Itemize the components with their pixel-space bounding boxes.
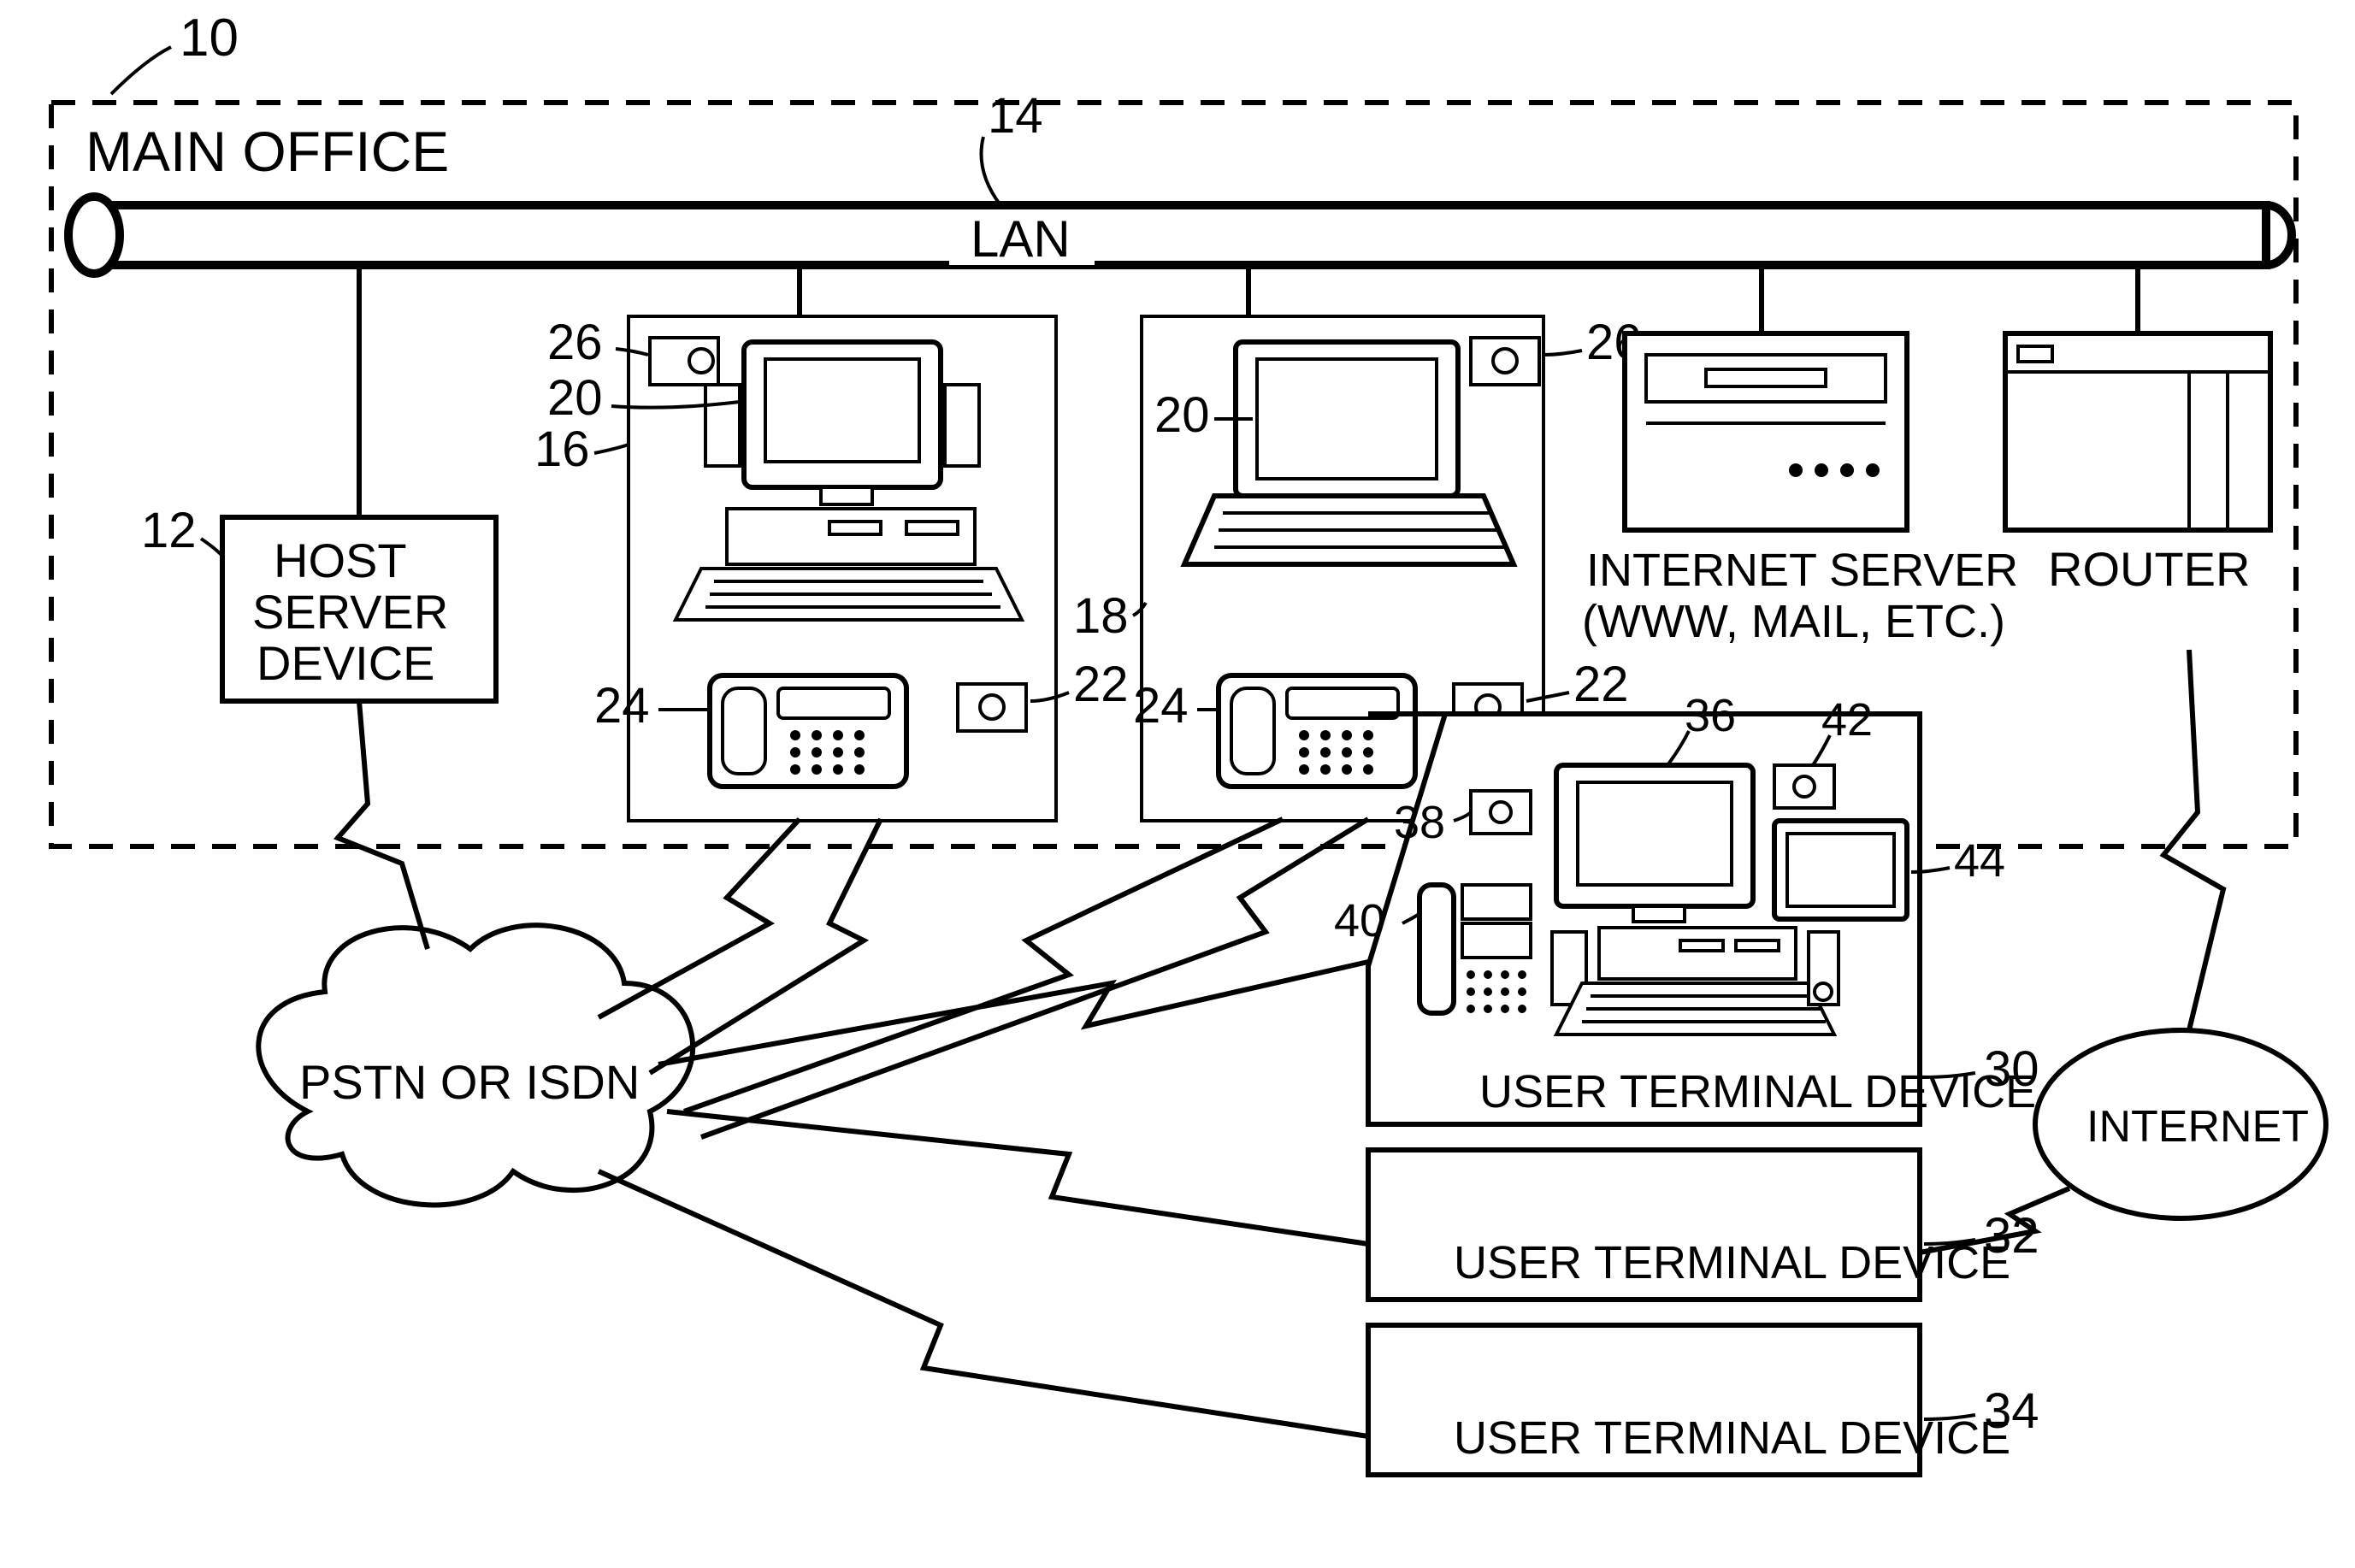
ref-14-leader [982,137,1001,205]
monitor-icon [1556,765,1753,922]
ref-12: 12 [141,503,197,558]
ref-16: 16 [534,421,590,477]
ref-36: 36 [1685,690,1736,741]
ref-10: 10 [180,9,239,68]
pstn-label: PSTN OR ISDN [299,1055,640,1109]
ref-12-leader [201,539,222,556]
telephone-icon [1219,675,1415,787]
host-server-label-3: DEVICE [257,636,435,690]
server-rack-icon [1625,333,1907,530]
ref-26-leader-right [1543,351,1582,355]
ref-22-left: 22 [1073,657,1129,712]
ref-24-left: 24 [594,678,650,734]
camera-icon [1471,338,1539,385]
camera-icon [650,338,718,385]
ref-20-left: 20 [547,370,603,426]
zigzag-pstn-terminal30 [658,962,1368,1064]
ref-40: 40 [1334,895,1385,946]
ref-10-leader [111,47,171,94]
internet-server-label-2: (WWW, MAIL, ETC.) [1582,596,2005,647]
router-icon [2005,333,2270,530]
display-icon [1774,821,1907,919]
main-office-label: MAIN OFFICE [86,120,449,183]
camera-icon [958,684,1026,731]
ref-22-right: 22 [1573,657,1629,712]
ref-44: 44 [1954,835,2005,887]
internet-server-label-1: INTERNET SERVER [1586,545,2018,596]
ref-30: 30 [1984,1041,2039,1097]
zigzag-router-internet [2163,650,2223,1030]
camera-icon [1471,791,1531,834]
ref-26-left: 26 [547,315,603,370]
host-server-label-1: HOST [274,533,407,587]
terminal-30-label: USER TERMINAL DEVICE [1479,1066,2036,1117]
zigzag-ws18-pstn-a [684,819,1283,1111]
ref-18: 18 [1073,588,1129,644]
ref-34: 34 [1984,1383,2039,1439]
lan-label: LAN [971,210,1071,268]
lan-bus-icon [68,197,2292,274]
host-server-label-2: SERVER [252,585,448,639]
ref-38: 38 [1394,797,1445,848]
zigzag-pstn-terminal34 [599,1171,1368,1436]
ref-42: 42 [1821,694,1873,746]
ref-16-leader [594,445,629,453]
monitor-icon [705,342,979,504]
camera-icon [1774,765,1834,808]
router-label: ROUTER [2048,542,2250,596]
ref-14: 14 [988,88,1043,144]
zigzag-host-pstn [338,701,428,949]
zigzag-pstn-terminal32 [667,1111,1368,1244]
telephone-icon [710,675,906,787]
ref-24-right: 24 [1133,678,1189,734]
desktop-base-icon [676,509,1022,620]
ref-20-right: 20 [1154,387,1210,443]
internet-label: INTERNET [2086,1102,2309,1152]
